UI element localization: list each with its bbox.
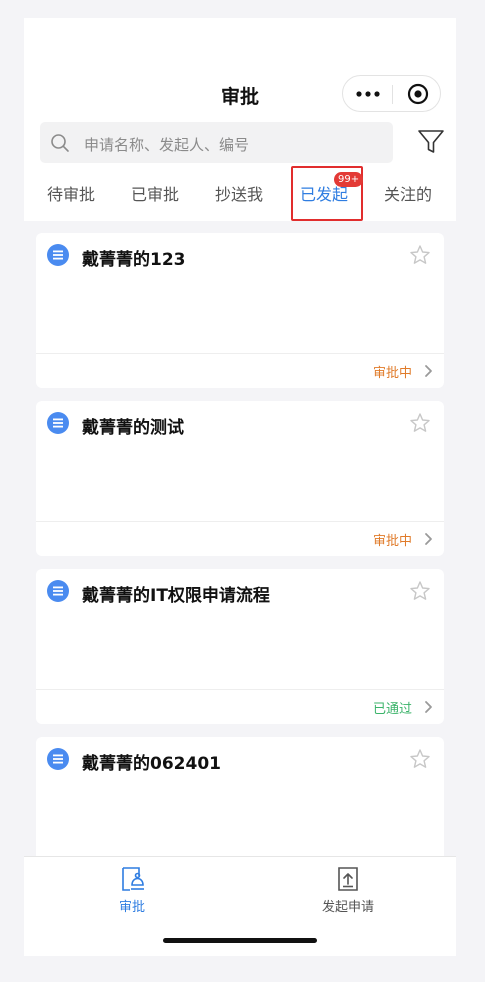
- home-indicator: [163, 938, 317, 943]
- bottom-tab-approval[interactable]: 审批: [72, 865, 192, 915]
- card-title: 戴菁菁的IT权限申请流程: [82, 586, 270, 606]
- upload-doc-icon: [338, 867, 358, 891]
- status-label: 已通过: [372, 702, 412, 717]
- approval-card[interactable]: 戴菁菁的IT权限申请流程 已通过: [36, 569, 444, 724]
- star-icon[interactable]: [409, 580, 431, 602]
- list-icon: [47, 580, 69, 602]
- card-divider: [36, 353, 444, 354]
- search-input[interactable]: 申请名称、发起人、编号: [40, 122, 393, 163]
- search-placeholder: 申请名称、发起人、编号: [84, 136, 250, 154]
- tab-followed[interactable]: 关注的: [384, 181, 432, 205]
- tab-bar: 待审批 已审批 抄送我 已发起 关注的: [24, 181, 456, 211]
- filter-funnel-icon[interactable]: [417, 129, 445, 155]
- target-circle-icon: [407, 83, 428, 104]
- approval-list: 戴菁菁的123 审批中 戴菁菁的测试 审批中 戴菁菁的IT权限申请流程 已通过 …: [24, 221, 456, 856]
- approval-doc-icon: [122, 867, 144, 891]
- card-title: 戴菁菁的062401: [82, 754, 221, 774]
- bottom-tab-label: 发起申请: [321, 900, 374, 915]
- chevron-right-icon: [425, 701, 432, 713]
- tab-cc-me[interactable]: 抄送我: [215, 181, 263, 205]
- approval-card[interactable]: 戴菁菁的062401: [36, 737, 444, 856]
- star-icon[interactable]: [409, 244, 431, 266]
- status-label: 审批中: [372, 534, 412, 549]
- card-divider: [36, 689, 444, 690]
- list-icon: [47, 412, 69, 434]
- chevron-right-icon: [425, 365, 432, 377]
- chevron-right-icon: [425, 533, 432, 545]
- header: 审批 申请名称、发起人、编号 待审批 已审批 抄送我 已发起 关注的 99+: [24, 18, 456, 221]
- list-icon: [47, 748, 69, 770]
- more-button[interactable]: [343, 76, 392, 111]
- tab-approved[interactable]: 已审批: [131, 181, 179, 205]
- app-screen: 审批 申请名称、发起人、编号 待审批 已审批 抄送我 已发起 关注的 99+ 戴…: [24, 18, 456, 956]
- more-dots-icon: [355, 90, 380, 97]
- star-icon[interactable]: [409, 748, 431, 770]
- approval-card[interactable]: 戴菁菁的测试 审批中: [36, 401, 444, 556]
- tab-count-badge: 99+: [334, 172, 364, 187]
- status-label: 审批中: [372, 366, 412, 381]
- approval-card[interactable]: 戴菁菁的123 审批中: [36, 233, 444, 388]
- close-button[interactable]: [393, 76, 442, 111]
- mini-program-capsule: [342, 75, 441, 112]
- star-icon[interactable]: [409, 412, 431, 434]
- card-title: 戴菁菁的123: [82, 250, 186, 270]
- card-title: 戴菁菁的测试: [82, 418, 184, 438]
- bottom-tab-new-request[interactable]: 发起申请: [288, 865, 408, 915]
- bottom-tab-label: 审批: [118, 900, 145, 915]
- search-icon: [51, 134, 69, 152]
- list-icon: [47, 244, 69, 266]
- card-divider: [36, 521, 444, 522]
- tab-pending[interactable]: 待审批: [47, 181, 95, 205]
